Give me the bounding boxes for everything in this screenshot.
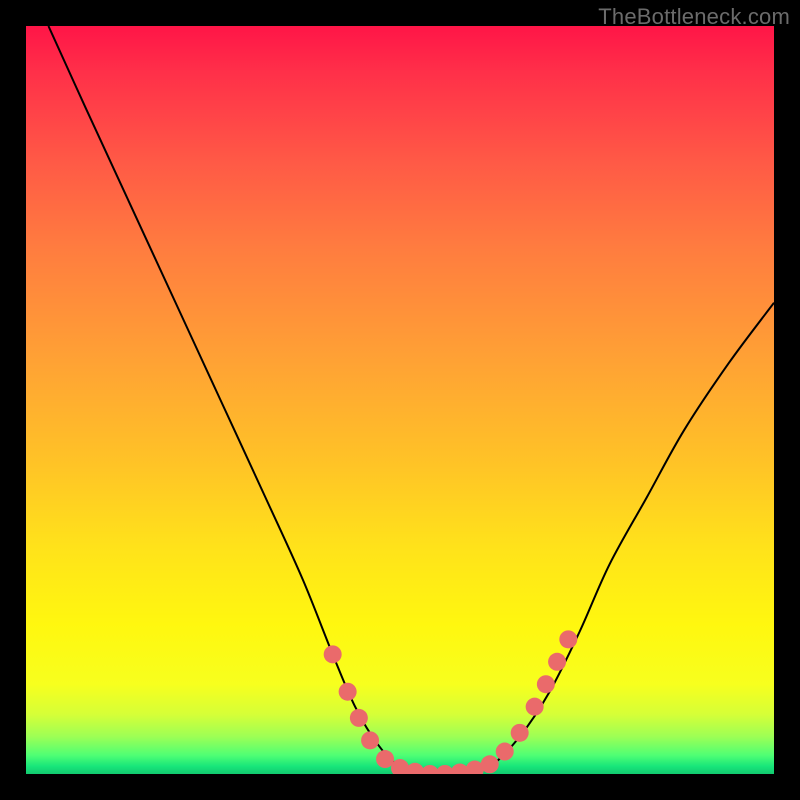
bottleneck-curve <box>48 26 774 774</box>
curve-marker <box>526 698 544 716</box>
curve-marker <box>350 709 368 727</box>
curve-marker <box>406 763 424 774</box>
curve-marker <box>361 731 379 749</box>
curve-marker <box>559 630 577 648</box>
curve-marker <box>496 743 514 761</box>
curve-marker <box>451 764 469 774</box>
curve-marker <box>391 759 409 774</box>
curve-marker <box>548 653 566 671</box>
curve-marker <box>436 765 454 774</box>
curve-marker <box>421 765 439 774</box>
curve-marker <box>324 645 342 663</box>
curve-marker <box>537 675 555 693</box>
chart-frame: TheBottleneck.com <box>0 0 800 800</box>
curve-marker <box>339 683 357 701</box>
curve-marker <box>376 750 394 768</box>
marker-group <box>324 630 578 774</box>
chart-svg <box>26 26 774 774</box>
plot-area <box>26 26 774 774</box>
curve-marker <box>466 761 484 774</box>
curve-marker <box>481 755 499 773</box>
curve-marker <box>511 724 529 742</box>
watermark-text: TheBottleneck.com <box>598 4 790 30</box>
